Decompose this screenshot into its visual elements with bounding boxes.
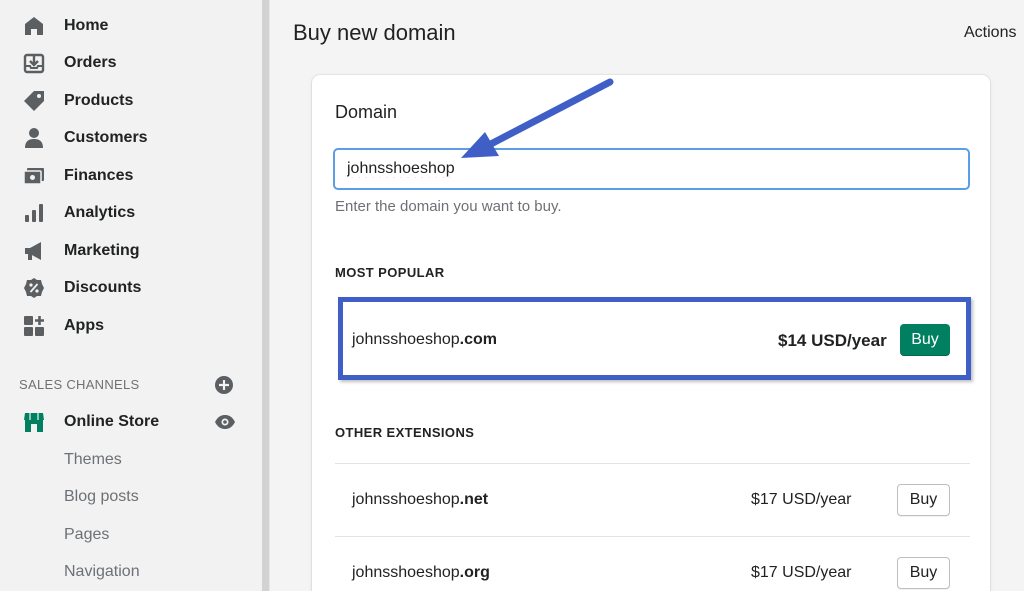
- actions-menu-button[interactable]: Actions: [964, 24, 1016, 42]
- buy-org-button[interactable]: Buy: [897, 557, 950, 589]
- sidebar-item-label: Products: [64, 92, 134, 109]
- tag-icon: [22, 89, 46, 113]
- apps-icon: [22, 314, 46, 338]
- sidebar-subitem-blog-posts[interactable]: Blog posts: [64, 488, 139, 506]
- domain-extension: .org: [459, 564, 490, 581]
- card-title: Domain: [335, 102, 398, 122]
- buy-net-button[interactable]: Buy: [897, 484, 950, 516]
- sidebar-item-analytics[interactable]: Analytics: [0, 198, 262, 228]
- domain-extension: .net: [459, 491, 489, 508]
- row-divider: [335, 463, 970, 464]
- sidebar-item-marketing[interactable]: Marketing: [0, 236, 262, 266]
- page-title: Buy new domain: [293, 20, 456, 45]
- sidebar-item-label: Customers: [64, 129, 148, 146]
- sidebar: Home Orders Products Customers Finances …: [0, 0, 262, 591]
- most-popular-heading: MOST POPULAR: [335, 265, 445, 280]
- sidebar-subitem-pages[interactable]: Pages: [64, 526, 109, 544]
- finances-icon: [22, 164, 46, 188]
- sidebar-item-label: Apps: [64, 317, 104, 334]
- domain-help-text: Enter the domain you want to buy.: [335, 198, 562, 215]
- domain-base: johnsshoeshop: [352, 331, 460, 348]
- person-icon: [22, 126, 46, 150]
- org-domain-name: johnsshoeshop.org: [352, 564, 490, 582]
- domain-base: johnsshoeshop: [352, 564, 460, 581]
- annotation-arrow: [461, 78, 614, 158]
- sidebar-item-label: Marketing: [64, 242, 140, 259]
- popular-domain-name: johnsshoeshop.com: [352, 331, 497, 349]
- discount-icon: [22, 276, 46, 300]
- eye-icon[interactable]: [214, 412, 236, 432]
- net-domain-name: johnsshoeshop.net: [352, 491, 488, 509]
- sidebar-item-label: Online Store: [64, 413, 160, 430]
- sidebar-subitem-navigation[interactable]: Navigation: [64, 563, 140, 581]
- row-divider: [335, 536, 970, 537]
- sidebar-item-label: Analytics: [64, 204, 136, 221]
- net-domain-price: $17 USD/year: [751, 491, 852, 508]
- sidebar-item-discounts[interactable]: Discounts: [0, 273, 262, 303]
- sidebar-item-label: Discounts: [64, 279, 142, 296]
- domain-input[interactable]: [333, 148, 970, 190]
- domain-extension: .com: [459, 331, 497, 348]
- buy-com-button[interactable]: Buy: [900, 324, 950, 356]
- domain-base: johnsshoeshop: [352, 491, 460, 508]
- add-channel-icon[interactable]: [214, 375, 234, 395]
- org-domain-price: $17 USD/year: [751, 564, 852, 581]
- sidebar-item-label: Finances: [64, 167, 134, 184]
- sidebar-item-products[interactable]: Products: [0, 86, 262, 116]
- megaphone-icon: [22, 239, 46, 263]
- sidebar-item-label: Orders: [64, 54, 117, 71]
- sidebar-item-home[interactable]: Home: [0, 11, 262, 41]
- bar-chart-icon: [22, 201, 46, 225]
- sales-channels-heading: SALES CHANNELS: [19, 377, 140, 392]
- sidebar-item-orders[interactable]: Orders: [0, 48, 262, 78]
- sidebar-item-finances[interactable]: Finances: [0, 161, 262, 191]
- sidebar-divider: [262, 0, 270, 591]
- sidebar-item-label: Home: [64, 17, 109, 34]
- orders-icon: [22, 51, 46, 75]
- sidebar-item-apps[interactable]: Apps: [0, 311, 262, 341]
- other-extensions-heading: OTHER EXTENSIONS: [335, 425, 475, 440]
- store-icon: [22, 410, 46, 434]
- sidebar-subitem-themes[interactable]: Themes: [64, 451, 122, 469]
- sidebar-item-customers[interactable]: Customers: [0, 123, 262, 153]
- popular-domain-price: $14 USD/year: [778, 331, 887, 350]
- home-icon: [22, 14, 46, 38]
